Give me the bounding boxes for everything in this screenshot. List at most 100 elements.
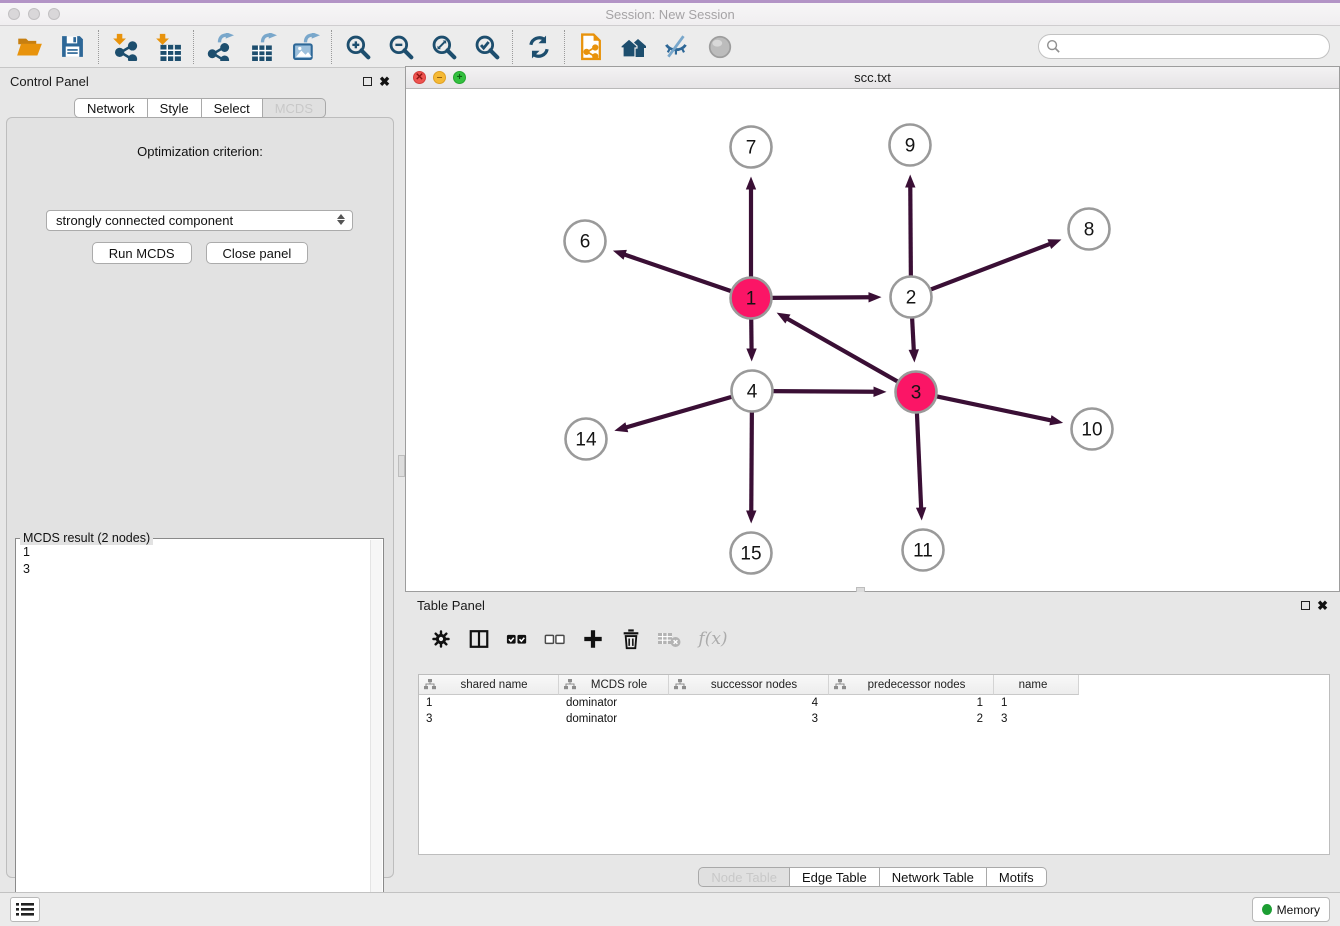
graph-node-7[interactable]: 7 (731, 127, 772, 168)
column-header-MCDS-role[interactable]: MCDS role (559, 675, 669, 695)
svg-text:7: 7 (746, 138, 757, 159)
tab-style[interactable]: Style (148, 98, 202, 118)
show-hidden-disabled-button[interactable] (698, 28, 741, 66)
deselect-all-rows-button[interactable] (539, 622, 571, 656)
column-header-name[interactable]: name (994, 675, 1079, 695)
add-row-button[interactable] (577, 622, 609, 656)
export-table-button[interactable] (241, 28, 284, 66)
network-canvas[interactable]: 1 2 3 4 6 7 8 9 10 11 14 15 (406, 89, 1339, 591)
titlebar: Session: New Session (0, 3, 1340, 26)
tab-network[interactable]: Network (74, 98, 148, 118)
zoom-in-button[interactable] (336, 28, 379, 66)
select-all-rows-button[interactable] (501, 622, 533, 656)
close-panel-icon[interactable]: ✖ (379, 77, 390, 86)
edge-3-10[interactable] (935, 396, 1052, 421)
task-history-button[interactable] (10, 897, 40, 922)
graph-node-14[interactable]: 14 (566, 419, 607, 460)
function-builder-disabled-button: f(x) (691, 622, 735, 656)
table-cell[interactable]: dominator (559, 695, 669, 711)
table-settings-button[interactable] (425, 622, 457, 656)
refresh-icon (526, 34, 552, 60)
show-hidden-disabled-icon (707, 34, 733, 60)
graph-node-8[interactable]: 8 (1069, 209, 1110, 250)
refresh-button[interactable] (517, 28, 560, 66)
zoom-selected-icon (474, 34, 500, 60)
column-header-predecessor-nodes[interactable]: predecessor nodes (829, 675, 994, 695)
open-session-button[interactable] (8, 28, 51, 66)
import-network-button[interactable] (103, 28, 146, 66)
edge-1-2[interactable] (770, 297, 870, 298)
table-cell[interactable]: 1 (994, 695, 1079, 711)
table-cell[interactable]: 2 (829, 711, 994, 727)
graph-node-10[interactable]: 10 (1072, 409, 1113, 450)
mcds-result-list: 13 (17, 540, 370, 917)
search-input[interactable] (1038, 34, 1330, 59)
table-cell[interactable]: 1 (829, 695, 994, 711)
zoom-in-icon (345, 34, 371, 60)
graph-node-11[interactable]: 11 (903, 530, 944, 571)
save-session-button[interactable] (51, 28, 94, 66)
edge-3-11[interactable] (917, 411, 921, 509)
control-panel-tabs: NetworkStyleSelectMCDS (0, 98, 400, 118)
column-header-shared-name[interactable]: shared name (419, 675, 559, 695)
tab-network-table[interactable]: Network Table (880, 867, 987, 887)
tab-node-table[interactable]: Node Table (698, 867, 790, 887)
close-panel-button[interactable]: Close panel (206, 242, 309, 264)
graph-node-6[interactable]: 6 (565, 221, 606, 262)
table-settings-icon (430, 628, 452, 650)
network-window-titlebar[interactable]: ✕ – + scc.txt (406, 67, 1339, 89)
import-table-icon (154, 33, 182, 61)
table-cell[interactable]: 3 (994, 711, 1079, 727)
vertical-splitter-handle[interactable] (398, 455, 405, 477)
float-table-panel-icon[interactable] (1301, 601, 1310, 610)
export-image-button[interactable] (284, 28, 327, 66)
export-network-button[interactable] (198, 28, 241, 66)
tab-motifs[interactable]: Motifs (987, 867, 1047, 887)
table-cell[interactable]: 3 (669, 711, 829, 727)
node-table[interactable]: shared name MCDS rolesuccessor nodesprede… (418, 674, 1330, 855)
toggle-columns-button[interactable] (463, 622, 495, 656)
hide-selected-button[interactable] (655, 28, 698, 66)
graph-node-2[interactable]: 2 (891, 277, 932, 318)
graph-node-1[interactable]: 1 (731, 278, 772, 319)
run-mcds-button[interactable]: Run MCDS (92, 242, 192, 264)
tab-edge-table[interactable]: Edge Table (790, 867, 880, 887)
table-cell[interactable]: 1 (419, 695, 559, 711)
table-row[interactable]: 1dominator411 (419, 695, 1329, 711)
table-cell[interactable]: 4 (669, 695, 829, 711)
result-scrollbar[interactable] (370, 540, 382, 917)
delete-row-button[interactable] (615, 622, 647, 656)
home-button[interactable] (612, 28, 655, 66)
column-header-successor-nodes[interactable]: successor nodes (669, 675, 829, 695)
edge-4-3[interactable] (771, 391, 875, 392)
edge-2-3[interactable] (912, 316, 914, 351)
graph-node-3[interactable]: 3 (896, 372, 937, 413)
float-panel-icon[interactable] (363, 77, 372, 86)
table-cell[interactable]: 3 (419, 711, 559, 727)
new-network-from-selection-button[interactable] (569, 28, 612, 66)
import-table-button[interactable] (146, 28, 189, 66)
edge-3-1[interactable] (786, 318, 899, 382)
delete-table-disabled-button (653, 622, 685, 656)
mcds-result-box: MCDS result (2 nodes) 13 (15, 538, 384, 919)
memory-button[interactable]: Memory (1252, 897, 1330, 922)
table-cell[interactable]: dominator (559, 711, 669, 727)
control-panel-title: Control Panel (10, 74, 89, 89)
tab-select[interactable]: Select (202, 98, 263, 118)
zoom-selected-button[interactable] (465, 28, 508, 66)
graph-node-15[interactable]: 15 (731, 533, 772, 574)
edge-4-14[interactable] (625, 396, 733, 427)
zoom-out-button[interactable] (379, 28, 422, 66)
graph-node-4[interactable]: 4 (732, 371, 773, 412)
criterion-select[interactable]: strongly connected component (46, 210, 353, 231)
edge-2-8[interactable] (929, 243, 1051, 290)
close-table-panel-icon[interactable]: ✖ (1317, 601, 1328, 610)
edge-1-6[interactable] (623, 254, 732, 292)
zoom-fit-button[interactable] (422, 28, 465, 66)
table-row[interactable]: 3dominator323 (419, 711, 1329, 727)
tab-mcds[interactable]: MCDS (263, 98, 326, 118)
graph-node-9[interactable]: 9 (890, 125, 931, 166)
column-label: MCDS role (576, 679, 668, 691)
edge-2-9[interactable] (910, 185, 911, 277)
edge-4-15[interactable] (751, 410, 752, 512)
